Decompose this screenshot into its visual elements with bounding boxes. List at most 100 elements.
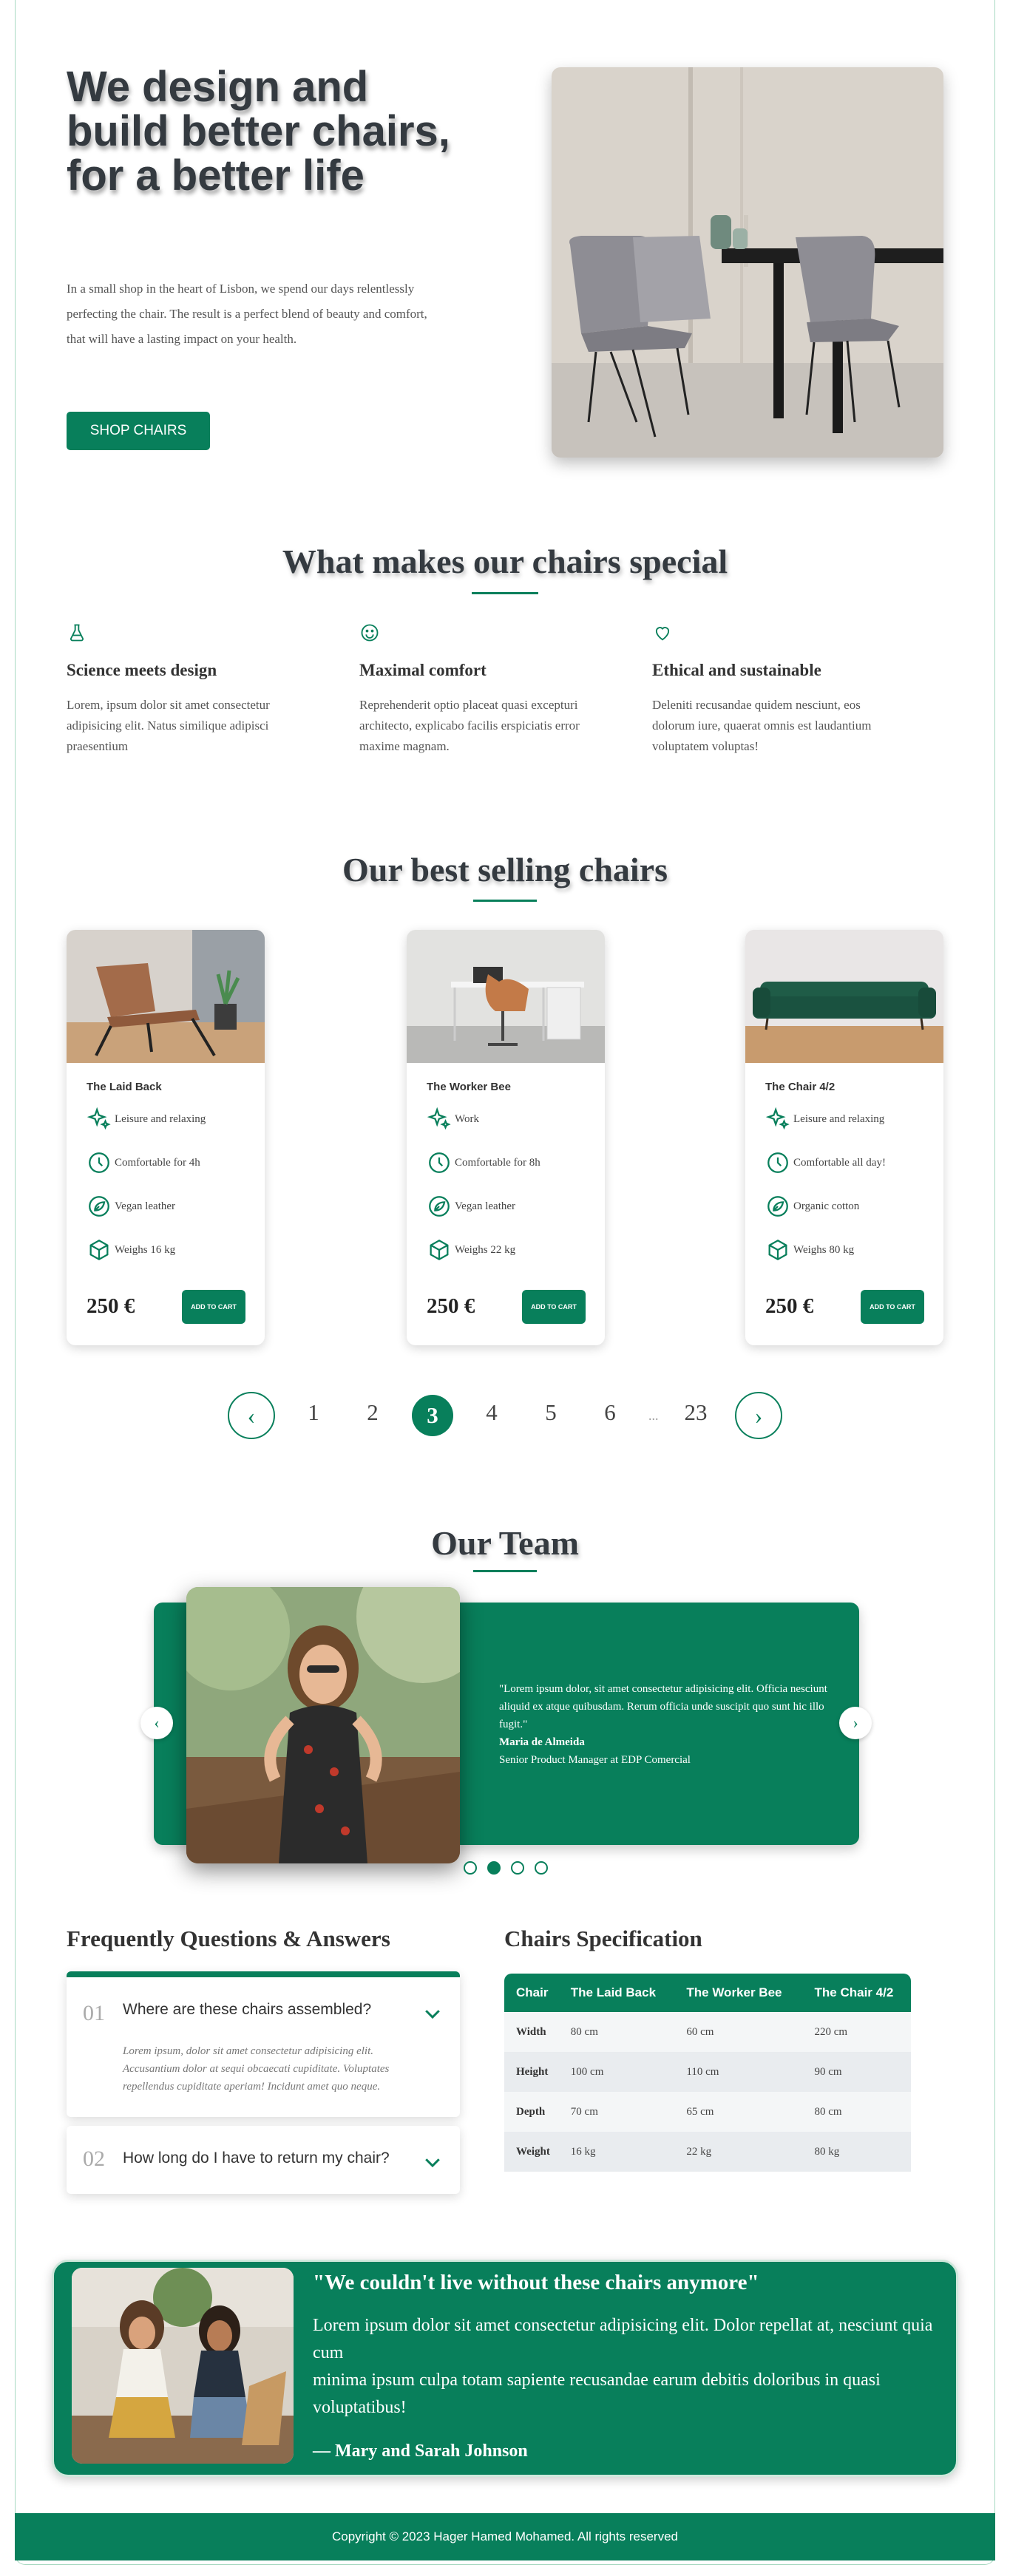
hero-title: We design and build better chairs, for a… [67, 63, 450, 200]
product-name: The Laid Back [87, 1081, 162, 1093]
chevron-left-icon[interactable]: ‹ [228, 1392, 275, 1439]
table-cell: Depth [504, 2092, 559, 2132]
copyright-text: Copyright © 2023 Hager Hamed Mohamed. Al… [332, 2529, 678, 2543]
chevron-down-icon[interactable] [421, 2151, 444, 2173]
product-attribute: Vegan leather [427, 1192, 515, 1221]
attribute-label: Organic cotton [793, 1200, 860, 1212]
table-cell: 80 kg [802, 2132, 911, 2172]
column-header: The Chair 4/2 [802, 1974, 911, 2012]
page-number[interactable]: 2 [352, 1399, 393, 1426]
product-price: 250 € [427, 1294, 475, 1318]
team-quote: "Lorem ipsum dolor, sit amet consectetur… [499, 1680, 839, 1769]
product-name: The Chair 4/2 [765, 1081, 836, 1093]
shop-chairs-button[interactable]: SHOP CHAIRS [67, 412, 210, 450]
product-card: The Laid Back Leisure and relaxing Comfo… [67, 930, 265, 1345]
testimonial-line: Lorem ipsum dolor sit amet consectetur a… [313, 2316, 933, 2362]
testimonial-author: — Mary and Sarah Johnson [313, 2441, 528, 2461]
product-card: The Worker Bee Work Comfortable for 8h V… [407, 930, 605, 1345]
faq-item[interactable]: 02 How long do I have to return my chair… [67, 2126, 460, 2194]
feature-title: Science meets design [67, 661, 217, 679]
faq-title: Frequently Questions & Answers [67, 1926, 390, 1951]
faq-number: 01 [83, 2001, 105, 2025]
product-attribute: Comfortable all day! [765, 1148, 886, 1177]
feature-title: Ethical and sustainable [652, 661, 821, 679]
feature-title: Maximal comfort [359, 661, 487, 679]
leaf-icon [429, 1196, 450, 1217]
attribute-label: Work [455, 1112, 479, 1125]
testimonial-heading: "We couldn't live without these chairs a… [313, 2271, 759, 2294]
page-number[interactable]: 1 [293, 1399, 334, 1426]
attribute-label: Leisure and relaxing [793, 1112, 885, 1125]
feature-text: Lorem, ipsum dolor sit amet consectetur … [67, 698, 270, 753]
pagination-ellipsis: ... [648, 1408, 659, 1423]
testimonial-photo [72, 2268, 294, 2464]
table-cell: 110 cm [674, 2052, 803, 2092]
products-title: Our best selling chairs [342, 851, 668, 888]
table-cell: 70 cm [558, 2092, 675, 2132]
product-attribute: Leisure and relaxing [765, 1104, 884, 1134]
product-attribute: Weighs 22 kg [427, 1235, 515, 1265]
add-to-cart-button[interactable]: ADD TO CART [522, 1290, 586, 1324]
faq-question: Where are these chairs assembled? [123, 2001, 372, 2018]
attribute-label: Comfortable for 8h [455, 1156, 540, 1169]
faq-item-open[interactable]: 01 Where are these chairs assembled? Lor… [67, 1971, 460, 2117]
product-name: The Worker Bee [427, 1081, 511, 1093]
sparkle-icon [87, 1107, 111, 1130]
column-header: The Laid Back [558, 1974, 675, 2012]
product-attribute: Weighs 80 kg [765, 1235, 854, 1265]
leaf-icon [89, 1196, 109, 1217]
add-to-cart-button[interactable]: ADD TO CART [861, 1290, 924, 1324]
attribute-label: Comfortable all day! [793, 1156, 886, 1169]
table-cell: 22 kg [674, 2132, 803, 2172]
product-image [67, 930, 265, 1063]
carousel-dot[interactable] [464, 1861, 477, 1875]
page-number[interactable]: 23 [675, 1399, 716, 1426]
team-member-photo [186, 1587, 460, 1863]
product-price: 250 € [765, 1294, 814, 1318]
attribute-label: Vegan leather [115, 1200, 176, 1212]
table-cell: 220 cm [802, 2012, 911, 2052]
box-icon [89, 1239, 109, 1261]
title-underline [472, 592, 538, 594]
carousel-dot[interactable] [535, 1861, 548, 1875]
page-number[interactable]: 4 [471, 1399, 512, 1426]
member-name: Maria de Almeida [499, 1736, 585, 1748]
table-cell: 16 kg [558, 2132, 675, 2172]
chevron-right-icon[interactable]: › [735, 1392, 782, 1439]
faq-question: How long do I have to return my chair? [123, 2150, 390, 2167]
hero-description: In a small shop in the heart of Lisbon, … [67, 282, 427, 346]
carousel-dot[interactable] [511, 1861, 524, 1875]
page-number[interactable]: 5 [530, 1399, 572, 1426]
table-row: Weight 16 kg 22 kg 80 kg [504, 2132, 911, 2172]
attribute-label: Comfortable for 4h [115, 1156, 200, 1169]
team-title: Our Team [431, 1524, 579, 1562]
chevron-down-icon[interactable] [421, 2002, 444, 2025]
feature-item: Ethical and sustainable Deleniti recusan… [652, 622, 896, 757]
table-cell: 60 cm [674, 2012, 803, 2052]
attribute-label: Vegan leather [455, 1200, 516, 1212]
attribute-label: Weighs 22 kg [455, 1243, 516, 1256]
product-price: 250 € [87, 1294, 135, 1318]
product-attribute: Organic cotton [765, 1192, 859, 1221]
feature-item: Science meets design Lorem, ipsum dolor … [67, 622, 311, 757]
title-underline [473, 1570, 537, 1572]
carousel-dot-active[interactable] [487, 1861, 501, 1875]
page-number[interactable]: 6 [589, 1399, 631, 1426]
table-header-row: Chair The Laid Back The Worker Bee The C… [504, 1974, 911, 2012]
chevron-right-icon[interactable]: › [839, 1707, 872, 1739]
table-cell: Height [504, 2052, 559, 2092]
add-to-cart-button[interactable]: ADD TO CART [182, 1290, 245, 1324]
title-underline [473, 900, 537, 902]
product-attribute: Comfortable for 8h [427, 1148, 540, 1177]
sparkle-icon [427, 1107, 451, 1130]
product-attribute: Weighs 16 kg [87, 1235, 175, 1265]
clock-icon [429, 1152, 450, 1173]
chevron-left-icon[interactable]: ‹ [140, 1707, 173, 1739]
page-number-current[interactable]: 3 [412, 1395, 453, 1436]
column-header: The Worker Bee [674, 1974, 803, 2012]
heart-icon [652, 622, 674, 645]
table-row: Depth 70 cm 65 cm 80 cm [504, 2092, 911, 2132]
smile-icon [359, 622, 382, 645]
testimonial-text: Lorem ipsum dolor sit amet consectetur a… [313, 2312, 934, 2422]
attribute-label: Weighs 16 kg [115, 1243, 176, 1256]
